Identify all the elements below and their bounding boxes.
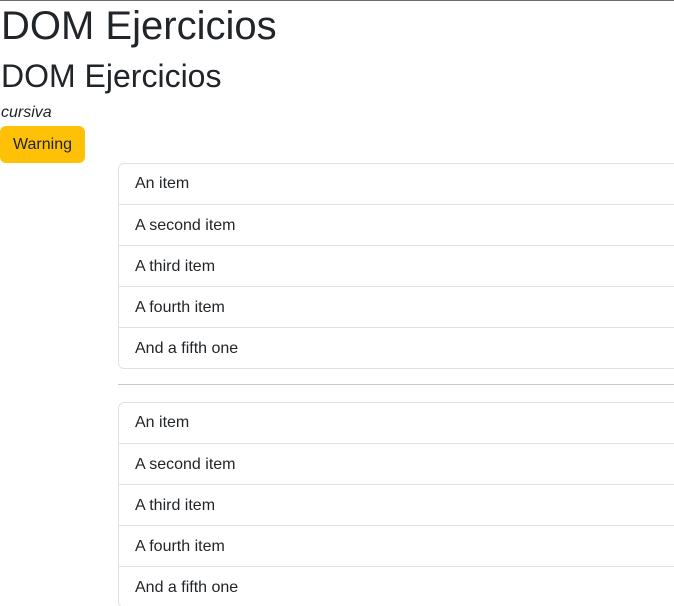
list-item: And a fifth one [119,327,674,368]
list-group-1: An item A second item A third item A fou… [118,163,674,369]
page: DOM Ejercicios DOM Ejercicios cursiva Wa… [0,0,674,606]
list-item: An item [135,414,190,431]
page-title: DOM Ejercicios [1,4,277,48]
list-item: An item [135,175,190,192]
divider [118,384,674,385]
list-item: A third item [119,245,674,286]
list-item: A second item [119,443,674,484]
list-item: A third item [119,484,674,525]
list-item: A second item [119,204,674,245]
warning-button[interactable]: Warning [0,126,85,163]
list-group-2: An item A second item A third item A fou… [118,402,674,606]
italic-text: cursiva [1,104,52,121]
top-border-line [0,0,674,1]
list-item: A fourth item [119,286,674,327]
list-item: A fourth item [119,525,674,566]
list-item: And a fifth one [119,566,674,606]
page-subtitle: DOM Ejercicios [1,58,222,94]
